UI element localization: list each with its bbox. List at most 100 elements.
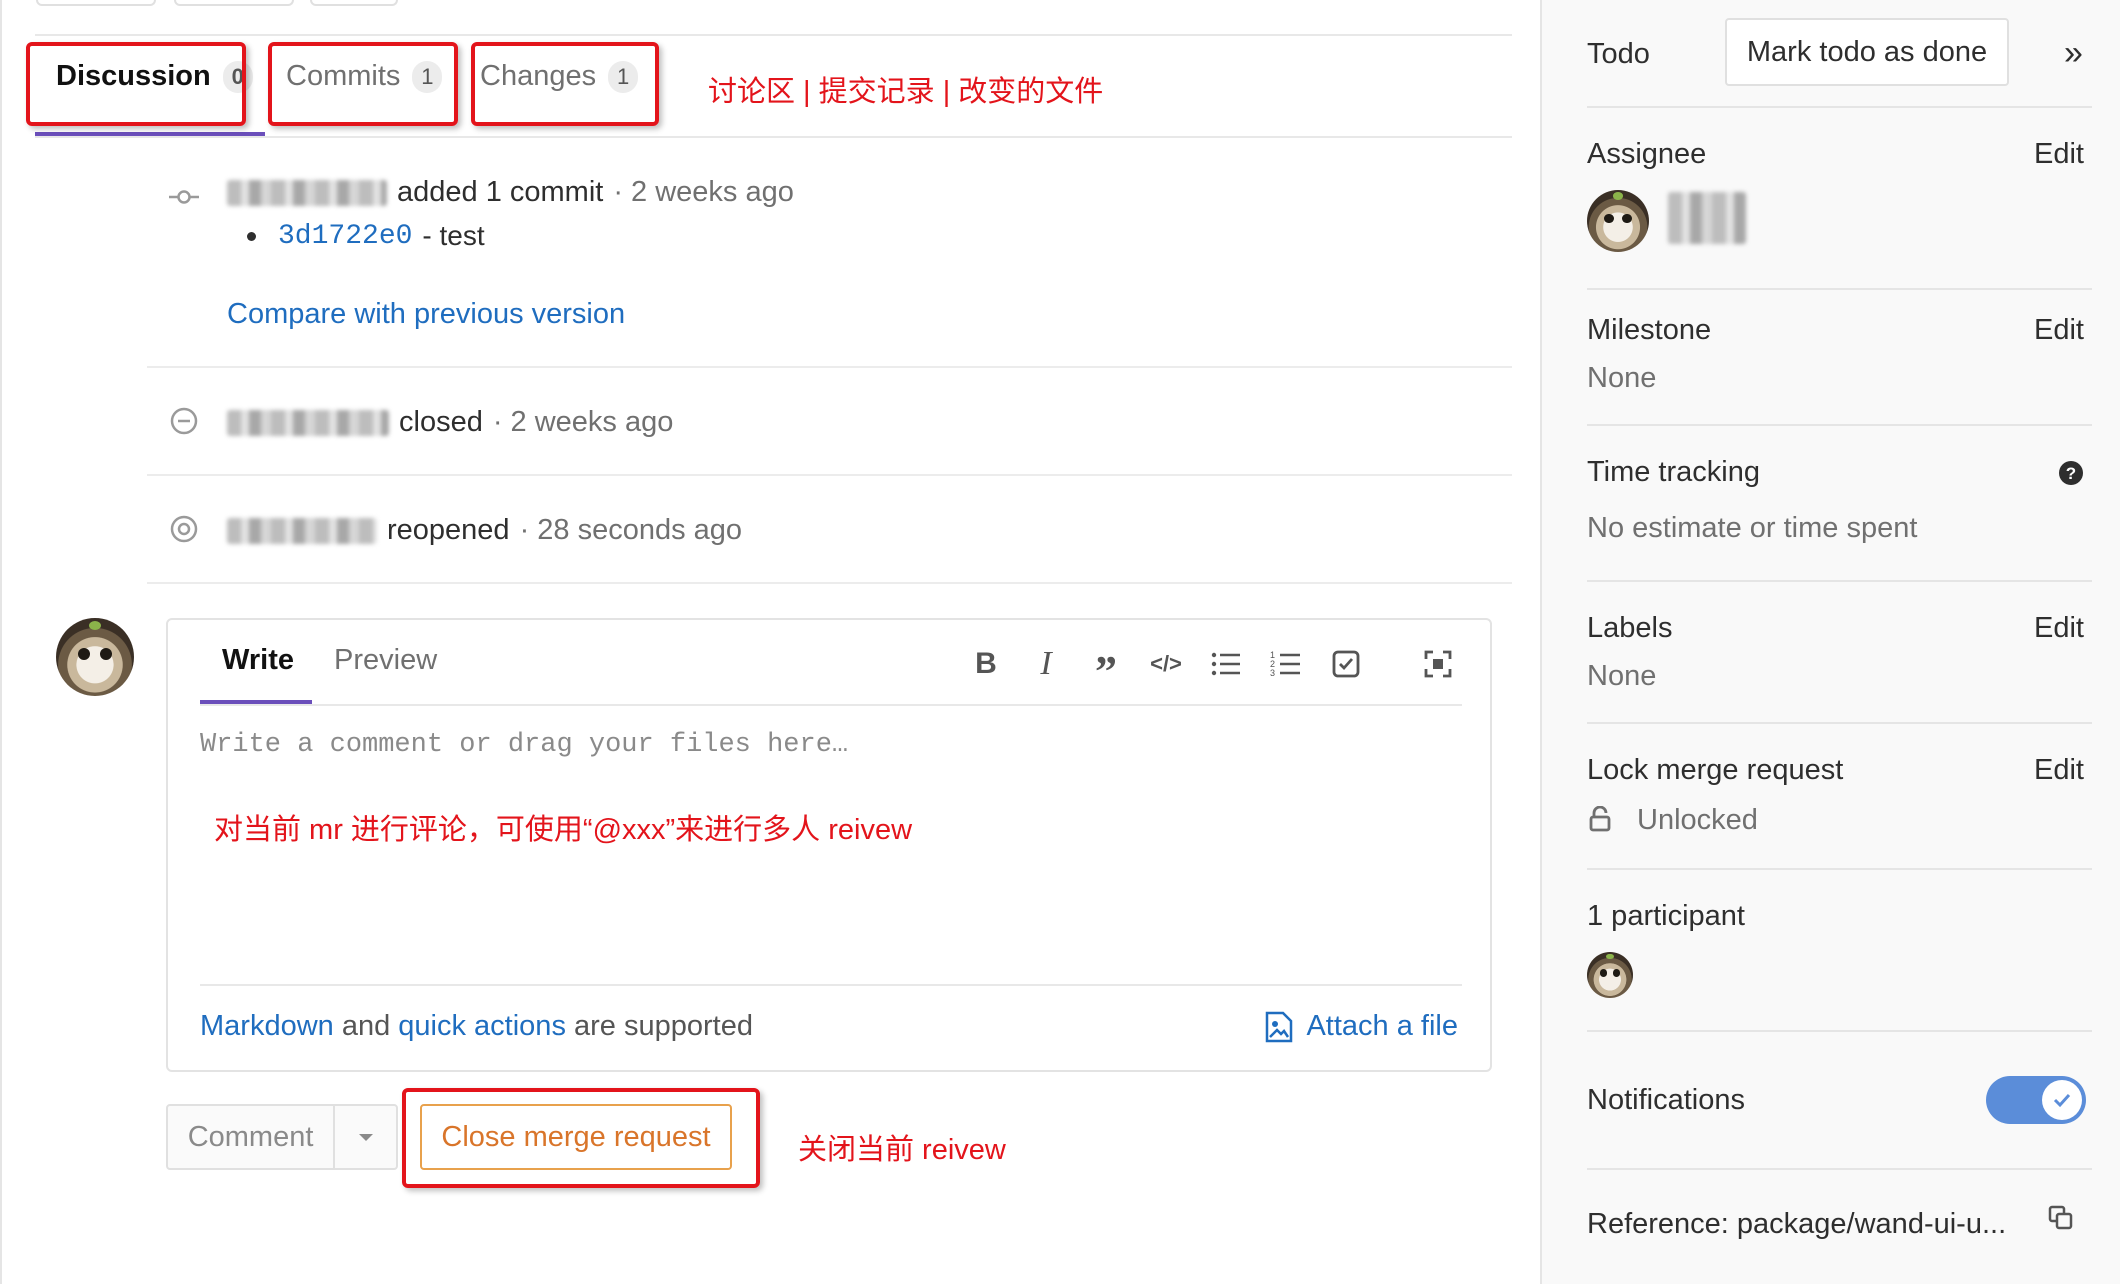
reopened-status-icon [170,515,198,543]
annotation-text: 对当前 mr 进行评论，可使用“@xxx”来进行多人 reivew [214,814,913,846]
image-file-icon [1266,1011,1293,1042]
notifications-toggle[interactable] [1986,1076,2086,1124]
lock-mr-value: Unlocked [1637,804,1758,836]
unlock-icon [1589,806,1611,832]
divider [200,984,1462,986]
commit-icon [169,190,199,204]
participant-avatar[interactable] [1587,952,1633,998]
labels-value: None [1587,660,1657,692]
top-button-stub[interactable] [174,0,294,6]
commit-event-text: added 1 commit · 2 weeks ago [227,176,794,209]
divider [1587,868,2092,870]
timeline-closed-event: closed · 2 weeks ago [147,392,1512,462]
main-content: Discussion 0 Commits 1 Changes 1 讨论区 | 提… [0,0,1540,1284]
redacted-username [227,517,377,544]
svg-text:3: 3 [1270,668,1275,678]
redacted-username [227,409,389,436]
attach-file-button[interactable]: Attach a file [1264,1010,1458,1043]
top-button-stub[interactable] [36,0,156,6]
mark-todo-done-button[interactable]: Mark todo as done [1725,18,2009,86]
time-tracking-title: Time tracking [1587,456,1760,488]
annotation-box [26,42,246,126]
annotation-box [471,42,659,126]
svg-text:?: ? [2066,464,2076,483]
lock-mr-title: Lock merge request [1587,754,1844,786]
divider [1587,580,2092,582]
bold-icon[interactable]: B [968,646,1004,682]
commit-sha-link[interactable]: 3d1722e0 [278,221,412,252]
compare-version-link[interactable]: Compare with previous version [227,298,625,331]
divider [35,136,1512,138]
annotation-text: 讨论区 | 提交记录 | 改变的文件 [708,76,1104,108]
event-time: · 2 weeks ago [492,406,674,438]
comment-button-group: Comment [166,1104,398,1170]
lock-mr-edit-link[interactable]: Edit [2034,754,2084,787]
comment-form: Write Preview B I ” </> 1 2 3 Write a co… [166,618,1492,1072]
annotation-box [268,42,458,126]
hint-text: and [341,1010,391,1042]
timeline-commit-event: added 1 commit · 2 weeks ago 3d1722e0 - … [147,170,1512,370]
divider [1587,1030,2092,1032]
tab-preview[interactable]: Preview [334,644,437,677]
right-sidebar: Todo Mark todo as done » Assignee Edit M… [1540,0,2120,1284]
reopened-event-text: reopened · 28 seconds ago [227,514,742,547]
bullet-list-icon[interactable] [1208,646,1244,682]
annotation-box [402,1088,760,1188]
divider [35,34,1512,36]
italic-icon[interactable]: I [1028,645,1064,682]
divider [147,582,1512,584]
annotation-text: 关闭当前 reivew [798,1134,1006,1166]
assignee-avatar[interactable] [1587,190,1649,252]
divider [147,366,1512,368]
caret-down-icon [358,1134,373,1141]
quote-icon[interactable]: ” [1088,646,1124,696]
milestone-value: None [1587,362,1657,394]
divider [200,704,1462,706]
labels-title: Labels [1587,612,1673,644]
comment-textarea[interactable]: Write a comment or drag your files here… [200,730,848,760]
todo-label: Todo [1587,38,1650,70]
redacted-assignee-name [1668,192,1746,244]
event-action: closed [399,406,483,438]
divider [1587,288,2092,290]
divider [1587,106,2092,108]
labels-edit-link[interactable]: Edit [2034,612,2084,645]
commit-message: - test [422,220,485,251]
attach-label: Attach a file [1306,1010,1458,1042]
help-icon[interactable]: ? [2058,460,2084,486]
event-action: reopened [387,514,510,546]
fullscreen-icon[interactable] [1420,646,1456,682]
closed-event-text: closed · 2 weeks ago [227,406,673,439]
top-button-stub[interactable] [310,0,398,6]
closed-status-icon [170,407,198,435]
bullet [247,231,256,241]
hint-text: are supported [574,1010,753,1042]
redacted-username [227,179,387,206]
event-time: · 2 weeks ago [613,176,794,208]
current-user-avatar[interactable] [56,618,134,696]
task-list-icon[interactable] [1328,646,1364,682]
tab-write[interactable]: Write [222,644,294,677]
quick-actions-link[interactable]: quick actions [398,1010,566,1042]
milestone-title: Milestone [1587,314,1712,346]
time-tracking-value: No estimate or time spent [1587,512,1918,544]
divider [1587,722,2092,724]
timeline-reopened-event: reopened · 28 seconds ago [147,500,1512,570]
assignee-edit-link[interactable]: Edit [2034,138,2084,171]
markdown-link[interactable]: Markdown [200,1010,334,1042]
reference-text: Reference: package/wand-ui-u... [1587,1208,2007,1240]
toggle-knob [2042,1080,2082,1120]
code-icon[interactable]: </> [1148,646,1184,682]
divider [1587,1168,2092,1170]
comment-button[interactable]: Comment [168,1106,336,1168]
notifications-title: Notifications [1587,1084,1745,1116]
divider [147,474,1512,476]
event-time: · 28 seconds ago [519,514,743,546]
collapse-sidebar-icon[interactable]: » [2064,34,2083,73]
copy-icon[interactable] [2047,1204,2075,1232]
numbered-list-icon[interactable]: 1 2 3 [1268,646,1304,682]
markdown-hint: Markdown and quick actions are supported [200,1010,753,1043]
comment-dropdown-toggle[interactable] [335,1106,396,1168]
participants-title: 1 participant [1587,900,1745,932]
milestone-edit-link[interactable]: Edit [2034,314,2084,347]
